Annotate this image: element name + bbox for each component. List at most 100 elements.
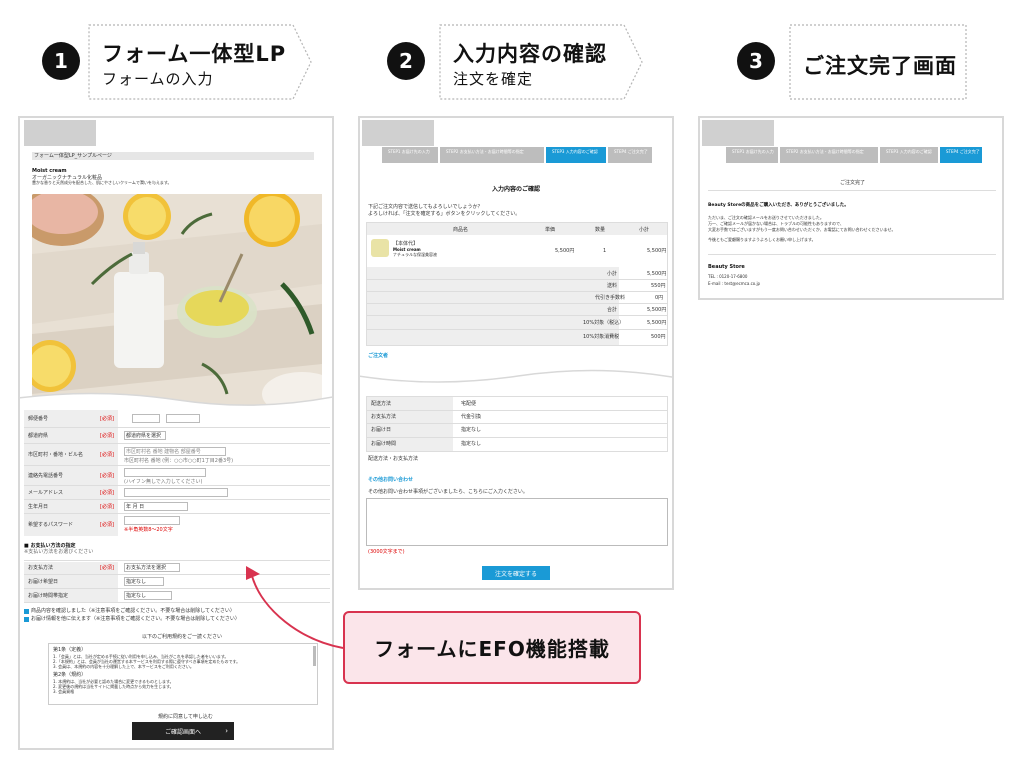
prefecture-select[interactable]: 都道府県を選択 xyxy=(124,431,166,440)
required-badge: [必須] xyxy=(100,565,114,571)
item-qty: 1 xyxy=(603,248,607,254)
check-row-1[interactable]: 商品内容を確認しました（※注意事項をご確認ください。不要な場合は削除してください… xyxy=(24,608,235,614)
complete-body-4: 今後ともご愛顧賜りますようよろしくお願い申し上げます。 xyxy=(708,237,816,242)
delivery-time-select[interactable]: 指定なし xyxy=(124,591,172,600)
breadcrumb: フォーム一体型LP_サンプルページ xyxy=(34,153,112,159)
progress-step: STEP4 ご注文完了 xyxy=(608,147,652,163)
shipping-note: 配送方法・お支払方法 xyxy=(368,456,419,462)
place-order-button[interactable]: 注文を確定する xyxy=(482,566,550,580)
terms-line: 第2条（規約） xyxy=(53,672,87,679)
inquiry-note: その他お問い合わせ事項がございましたら、こちらにご入力ください。 xyxy=(368,489,528,495)
step-1-title: フォーム一体型LP xyxy=(102,42,287,66)
step-3-label-box: ご注文完了画面 xyxy=(789,24,967,100)
step-2-title: 入力内容の確認 xyxy=(453,42,607,66)
terms-line: 3. 会員資格 xyxy=(53,688,75,694)
summary-label: 送料 xyxy=(607,283,618,289)
row-divider xyxy=(367,291,667,292)
check-row-2[interactable]: お届け情報を他に伝えます（※注意事項をご確認ください。不要な場合は削除してくださ… xyxy=(24,616,240,622)
confirm-screen-button[interactable]: ご確認画面へ › xyxy=(132,722,234,740)
phone-input[interactable] xyxy=(124,468,206,477)
item-price: 5,500円 xyxy=(555,248,575,254)
chevron-right-icon: › xyxy=(225,727,228,735)
summary-label: 合計 xyxy=(607,307,618,313)
step-1-subtitle: フォームの入力 xyxy=(102,70,214,88)
required-badge: [必須] xyxy=(100,452,114,458)
confirm-screen-label: ご確認画面へ xyxy=(164,728,201,736)
summary-value: 5,500円 xyxy=(647,271,667,277)
panel-complete: STEP1 お届け先の入力 STEP2 お支払い方法・お届け時間等の指定 STE… xyxy=(698,116,1004,300)
step-3-title: ご注文完了画面 xyxy=(803,54,957,78)
field-label: 生年月日 xyxy=(28,504,49,510)
table-header: 単価 xyxy=(545,227,556,233)
char-limit-note: (3000文字まで) xyxy=(368,549,405,555)
payment-method-select[interactable]: お支払方法を選択 xyxy=(124,563,180,572)
step-3-number: 3 xyxy=(737,42,775,80)
panel-form-lp: フォーム一体型LP_サンプルページ Moist cream オーガニックナチュラ… xyxy=(18,116,334,750)
inquiry-heading: その他お問い合わせ xyxy=(368,477,414,483)
product-name: Moist cream xyxy=(32,168,67,174)
delivery-date-select[interactable]: 指定なし xyxy=(124,577,164,586)
efo-callout: フォームにEFO機能搭載 xyxy=(343,611,641,684)
shop-name: Beauty Store xyxy=(708,264,745,270)
password-note: ※半角英数8〜20文字 xyxy=(124,527,173,533)
email-input[interactable] xyxy=(124,488,228,497)
required-badge: [必須] xyxy=(100,433,114,439)
check-label-1: 商品内容を確認しました（※注意事項をご確認ください。不要な場合は削除してください… xyxy=(31,608,235,614)
payment-table: お支払方法 [必須] お支払方法を選択 お届け希望日 指定なし お届け時間帯指定… xyxy=(24,560,330,603)
field-label: お届け時間帯指定 xyxy=(28,593,69,599)
step-1-label-box: フォーム一体型LP フォームの入力 xyxy=(88,24,313,100)
birthdate-select[interactable]: 年 月 日 xyxy=(124,502,188,511)
terms-line: 第1条（定義） xyxy=(53,647,87,653)
logo-placeholder xyxy=(362,120,434,146)
field-label: お支払方法 xyxy=(28,565,54,571)
field-label: 希望するパスワード xyxy=(28,522,74,528)
tax-value: 5,500円 xyxy=(647,320,667,326)
required-badge: [必須] xyxy=(100,416,114,422)
check-label-2: お届け情報を他に伝えます（※注意事項をご確認ください。不要な場合は削除してくださ… xyxy=(31,616,240,622)
progress-step-active: STEP3 入力内容のご確認 xyxy=(546,147,606,163)
postal-code-input-1[interactable] xyxy=(132,414,160,423)
row-divider xyxy=(367,303,667,304)
breadcrumb-bar: フォーム一体型LP_サンプルページ xyxy=(32,152,314,160)
checkbox-checked-icon[interactable] xyxy=(24,608,29,614)
complete-heading: ご注文完了 xyxy=(840,180,866,186)
password-input[interactable] xyxy=(124,516,180,525)
progress-step: STEP2 お支払い方法・お届け時間等の指定 xyxy=(440,147,544,163)
terms-box[interactable]: 第1条（定義） 1.「会員」とは、当社が定める手続に従い利用を申し込み、当社がこ… xyxy=(48,643,318,705)
form-table: 郵便番号 [必須] 都道府県 [必須] 都道府県を選択 市区町村・番地・ビル名 … xyxy=(24,410,330,526)
row-divider xyxy=(367,279,667,280)
summary-value: 5,500円 xyxy=(647,307,667,313)
product-desc-2: 豊かな香りと天然成分を配合した、肌にやさしいクリームで潤いを与えます。 xyxy=(32,180,172,185)
field-label: 市区町村・番地・ビル名 xyxy=(28,452,84,458)
summary-label: 代引き手数料 xyxy=(595,295,626,301)
required-badge: [必須] xyxy=(100,490,114,496)
summary-value: 0円 xyxy=(655,295,664,301)
thanks-message: Beauty Storeの商品をご購入いただき、ありがとうございました。 xyxy=(708,203,849,208)
address-note: 市区町村名 番地 (例：○○市○○町1丁目2番3号) xyxy=(124,458,234,464)
inquiry-textarea[interactable] xyxy=(366,498,668,546)
order-table: 商品名 単価 数量 小計 【本体代】 Moist cream ナチュラルな保湿美… xyxy=(366,222,668,346)
payment-note: ※支払い方法をお選びください xyxy=(24,549,94,555)
panel-confirm: STEP1 お届け先の入力 STEP2 お支払い方法・お届け時間等の指定 STE… xyxy=(358,116,674,590)
terms-scrollbar[interactable] xyxy=(313,646,316,666)
required-badge: [必須] xyxy=(100,504,114,510)
row-divider xyxy=(367,410,667,411)
progress-step: STEP3 入力内容のご確認 xyxy=(880,147,938,163)
orderer-heading: ご注文者 xyxy=(368,353,389,359)
logo-placeholder xyxy=(24,120,96,146)
postal-code-input-2[interactable] xyxy=(166,414,200,423)
row-divider xyxy=(367,423,667,424)
required-badge: [必須] xyxy=(100,522,114,528)
step-2-label-box: 入力内容の確認 注文を確定 xyxy=(439,24,644,100)
field-label: メールアドレス xyxy=(28,490,64,496)
checkbox-checked-icon[interactable] xyxy=(24,616,29,622)
progress-steps: STEP1 お届け先の入力 STEP2 お支払い方法・お届け時間等の指定 STE… xyxy=(382,147,652,163)
field-label: 都道府県 xyxy=(28,433,49,439)
payment-heading: ■ お支払い方法の指定 xyxy=(24,543,76,549)
step-1-number: 1 xyxy=(42,42,80,80)
item-subtotal: 5,500円 xyxy=(647,248,667,254)
shipping-value: 代金引換 xyxy=(461,414,482,420)
address-input[interactable]: 市区町村名 番地 建物名 部屋番号 xyxy=(124,447,226,456)
shop-mail: E-mail : test@ecmca.co.jp xyxy=(708,281,761,286)
summary-value: 550円 xyxy=(651,283,666,289)
